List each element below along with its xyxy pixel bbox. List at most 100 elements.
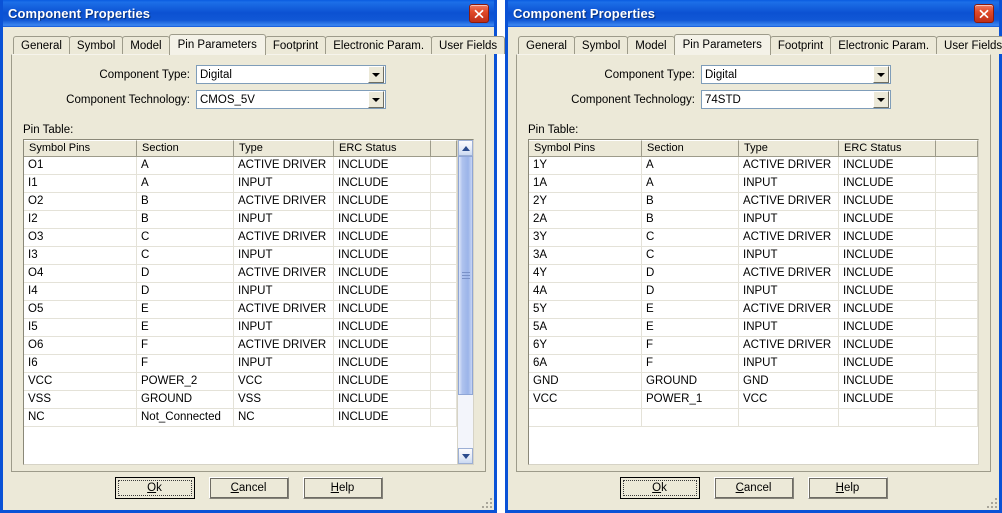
title-bar[interactable]: Component Properties — [3, 0, 494, 27]
cell-symbol-pins[interactable]: O3 — [24, 229, 137, 246]
cell-symbol-pins[interactable]: 3Y — [529, 229, 642, 246]
column-header-type[interactable]: Type — [234, 140, 334, 157]
cell-type[interactable]: ACTIVE DRIVER — [234, 229, 334, 246]
cell-blank[interactable] — [936, 355, 978, 372]
tab-pin-parameters[interactable]: Pin Parameters — [674, 34, 771, 55]
cell-symbol-pins[interactable]: 2Y — [529, 193, 642, 210]
help-button[interactable]: Help — [303, 477, 383, 499]
cell-erc-status[interactable]: INCLUDE — [334, 193, 431, 210]
column-header-blank[interactable] — [936, 140, 978, 157]
tab-model[interactable]: Model — [627, 36, 674, 54]
cell-type[interactable]: INPUT — [739, 175, 839, 192]
cell-erc-status[interactable]: INCLUDE — [334, 409, 431, 426]
cell-type[interactable]: ACTIVE DRIVER — [739, 265, 839, 282]
cell-symbol-pins[interactable]: 1A — [529, 175, 642, 192]
cell-symbol-pins[interactable]: 6Y — [529, 337, 642, 354]
table-row[interactable]: I4DINPUTINCLUDE — [24, 283, 457, 301]
column-header-symbol-pins[interactable]: Symbol Pins — [529, 140, 642, 157]
cell-section[interactable]: B — [642, 193, 739, 210]
table-row[interactable]: O2BACTIVE DRIVERINCLUDE — [24, 193, 457, 211]
cell-blank[interactable] — [936, 319, 978, 336]
table-row[interactable]: I3CINPUTINCLUDE — [24, 247, 457, 265]
cell-section[interactable]: D — [137, 283, 234, 300]
cell-erc-status[interactable]: INCLUDE — [334, 265, 431, 282]
cell-blank[interactable] — [936, 157, 978, 174]
cell-erc-status[interactable]: INCLUDE — [839, 157, 936, 174]
component-type-combo[interactable]: Digital — [196, 65, 386, 84]
cancel-button[interactable]: Cancel — [714, 477, 794, 499]
cell-symbol-pins[interactable]: O4 — [24, 265, 137, 282]
cell-symbol-pins[interactable]: 5A — [529, 319, 642, 336]
cell-type[interactable]: GND — [739, 373, 839, 390]
chevron-down-icon[interactable] — [368, 91, 384, 108]
table-row[interactable]: 3ACINPUTINCLUDE — [529, 247, 978, 265]
cell-erc-status[interactable]: INCLUDE — [334, 211, 431, 228]
cell-symbol-pins[interactable]: 4A — [529, 283, 642, 300]
cell-type[interactable]: ACTIVE DRIVER — [234, 301, 334, 318]
cell-section[interactable]: POWER_1 — [642, 391, 739, 408]
cell-symbol-pins[interactable]: 1Y — [529, 157, 642, 174]
cell-erc-status[interactable]: INCLUDE — [839, 319, 936, 336]
cell-type[interactable] — [739, 409, 839, 426]
cell-blank[interactable] — [431, 265, 457, 282]
table-row[interactable]: NCNot_ConnectedNCINCLUDE — [24, 409, 457, 427]
scroll-up-icon[interactable] — [458, 140, 473, 156]
cell-type[interactable]: ACTIVE DRIVER — [739, 157, 839, 174]
cell-erc-status[interactable]: INCLUDE — [839, 175, 936, 192]
table-row[interactable]: O5EACTIVE DRIVERINCLUDE — [24, 301, 457, 319]
table-row[interactable]: I1AINPUTINCLUDE — [24, 175, 457, 193]
cell-type[interactable]: INPUT — [739, 247, 839, 264]
cell-blank[interactable] — [431, 283, 457, 300]
chevron-down-icon[interactable] — [873, 91, 889, 108]
tab-general[interactable]: General — [13, 36, 70, 54]
cell-blank[interactable] — [431, 391, 457, 408]
cell-type[interactable]: INPUT — [739, 283, 839, 300]
cell-blank[interactable] — [936, 229, 978, 246]
cell-symbol-pins[interactable]: 6A — [529, 355, 642, 372]
cell-section[interactable]: C — [642, 229, 739, 246]
cell-blank[interactable] — [431, 373, 457, 390]
cell-section[interactable]: A — [137, 175, 234, 192]
cell-symbol-pins[interactable]: I1 — [24, 175, 137, 192]
cell-blank[interactable] — [431, 157, 457, 174]
cell-symbol-pins[interactable]: NC — [24, 409, 137, 426]
table-row[interactable]: 4YDACTIVE DRIVERINCLUDE — [529, 265, 978, 283]
cell-erc-status[interactable]: INCLUDE — [839, 229, 936, 246]
cell-blank[interactable] — [431, 355, 457, 372]
column-header-type[interactable]: Type — [739, 140, 839, 157]
cell-type[interactable]: INPUT — [234, 175, 334, 192]
cell-symbol-pins[interactable]: VSS — [24, 391, 137, 408]
cell-section[interactable]: B — [642, 211, 739, 228]
cell-erc-status[interactable]: INCLUDE — [839, 283, 936, 300]
tab-symbol[interactable]: Symbol — [574, 36, 628, 54]
cell-section[interactable] — [642, 409, 739, 426]
cell-blank[interactable] — [431, 193, 457, 210]
cell-symbol-pins[interactable]: I2 — [24, 211, 137, 228]
chevron-down-icon[interactable] — [873, 66, 889, 83]
cell-symbol-pins[interactable]: 5Y — [529, 301, 642, 318]
cell-symbol-pins[interactable]: I6 — [24, 355, 137, 372]
component-type-combo[interactable]: Digital — [701, 65, 891, 84]
cell-type[interactable]: INPUT — [234, 247, 334, 264]
table-row[interactable]: 5AEINPUTINCLUDE — [529, 319, 978, 337]
cell-blank[interactable] — [936, 175, 978, 192]
cell-erc-status[interactable]: INCLUDE — [334, 247, 431, 264]
table-row[interactable]: 6YFACTIVE DRIVERINCLUDE — [529, 337, 978, 355]
tab-model[interactable]: Model — [122, 36, 169, 54]
cell-blank[interactable] — [431, 337, 457, 354]
cell-section[interactable]: GROUND — [642, 373, 739, 390]
cell-blank[interactable] — [431, 229, 457, 246]
cell-symbol-pins[interactable]: O2 — [24, 193, 137, 210]
table-row[interactable]: 3YCACTIVE DRIVERINCLUDE — [529, 229, 978, 247]
column-header-erc-status[interactable]: ERC Status — [839, 140, 936, 157]
cell-type[interactable]: VSS — [234, 391, 334, 408]
cell-section[interactable]: A — [137, 157, 234, 174]
title-bar[interactable]: Component Properties — [508, 0, 999, 27]
help-button[interactable]: Help — [808, 477, 888, 499]
cell-blank[interactable] — [936, 337, 978, 354]
table-row[interactable]: 5YEACTIVE DRIVERINCLUDE — [529, 301, 978, 319]
cell-section[interactable]: C — [137, 247, 234, 264]
cancel-button[interactable]: Cancel — [209, 477, 289, 499]
cell-blank[interactable] — [936, 373, 978, 390]
cell-symbol-pins[interactable]: O6 — [24, 337, 137, 354]
